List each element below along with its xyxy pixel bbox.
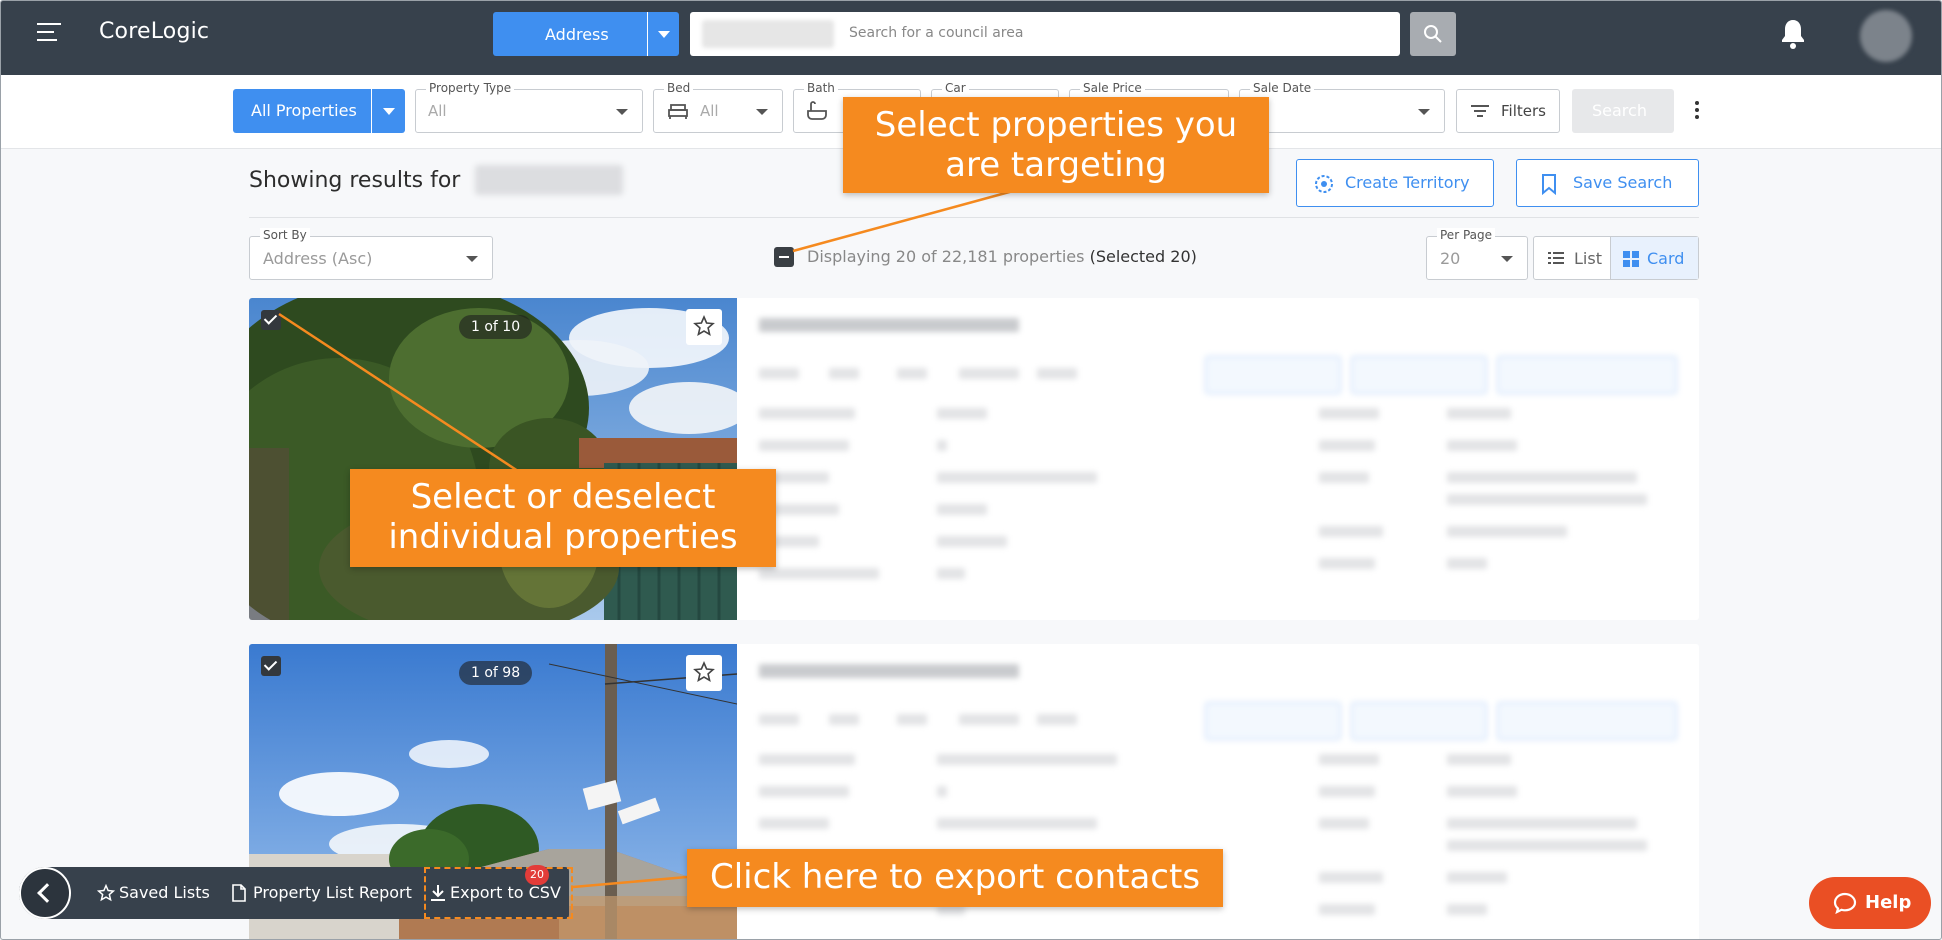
search-icon: [1424, 25, 1442, 43]
select-all-checkbox[interactable]: [774, 247, 794, 267]
property-card[interactable]: 1 of 10: [249, 298, 1699, 620]
bed-icon: [668, 104, 688, 119]
sale-price-label: Sale Price: [1080, 81, 1145, 95]
user-avatar[interactable]: [1860, 10, 1912, 62]
sort-by-label: Sort By: [260, 228, 310, 242]
callout-select-individual: Select or deselect individual properties: [350, 469, 776, 567]
card-view-label: Card: [1647, 249, 1685, 268]
sort-by-select[interactable]: Sort By Address (Asc): [249, 228, 493, 280]
search-input[interactable]: Search for a council area: [690, 12, 1400, 56]
property-type-value: All: [428, 102, 447, 120]
top-navigation-bar: CoreLogic Address Search for a council a…: [1, 1, 1941, 75]
bed-select[interactable]: Bed All: [653, 81, 783, 133]
callout-select-targeting: Select properties you are targeting: [843, 97, 1269, 193]
help-label: Help: [1865, 892, 1912, 913]
photo-counter: 1 of 98: [459, 661, 533, 685]
sort-by-value: Address (Asc): [263, 249, 373, 268]
property-details: [737, 298, 1699, 620]
star-icon: [693, 661, 715, 682]
filters-button[interactable]: Filters: [1456, 89, 1560, 133]
search-placeholder: Search for a council area: [849, 25, 1024, 41]
collapse-back-button[interactable]: [19, 867, 71, 919]
property-photo[interactable]: 1 of 10: [249, 298, 737, 620]
chevron-down-icon: [466, 256, 478, 262]
per-page-value: 20: [1440, 249, 1461, 268]
favourite-button[interactable]: [686, 309, 722, 345]
search-type-button[interactable]: Address: [493, 12, 647, 56]
per-page-label: Per Page: [1437, 228, 1495, 242]
star-icon: [97, 884, 115, 902]
sale-date-select[interactable]: Sale Date: [1239, 81, 1445, 133]
saved-lists-label: Saved Lists: [119, 883, 210, 902]
favourite-button[interactable]: [686, 655, 722, 691]
property-list-report-label: Property List Report: [253, 883, 412, 902]
list-icon: [1548, 252, 1564, 264]
list-view-button[interactable]: List: [1534, 237, 1610, 279]
search-submit-button[interactable]: [1410, 12, 1456, 56]
star-icon: [693, 315, 715, 336]
territory-icon: [1315, 175, 1333, 193]
search-button[interactable]: Search: [1572, 89, 1674, 133]
chat-bubble-icon: [1833, 892, 1857, 914]
search-type-dropdown[interactable]: [647, 12, 679, 56]
search-chip[interactable]: [702, 20, 834, 48]
bed-value: All: [700, 102, 719, 120]
all-properties-button[interactable]: All Properties: [233, 89, 371, 133]
callout-export-contacts: Click here to export contacts: [687, 849, 1223, 907]
notifications-bell-icon[interactable]: [1779, 18, 1807, 54]
filters-button-label: Filters: [1501, 102, 1546, 120]
bed-label: Bed: [664, 81, 694, 95]
bookmark-icon: [1542, 174, 1556, 195]
chevron-down-icon: [756, 109, 768, 115]
selected-count-text: (Selected 20): [1089, 247, 1197, 266]
create-territory-button[interactable]: Create Territory: [1296, 159, 1494, 207]
results-heading: Showing results for: [249, 168, 461, 193]
document-icon: [232, 884, 246, 902]
create-territory-label: Create Territory: [1345, 173, 1470, 192]
help-button[interactable]: Help: [1809, 877, 1931, 929]
results-count: Displaying 20 of 22,181 properties (Sele…: [807, 247, 1197, 266]
save-search-label: Save Search: [1573, 173, 1673, 192]
sale-date-label: Sale Date: [1250, 81, 1315, 95]
download-icon: [431, 885, 445, 901]
select-property-checkbox[interactable]: [261, 310, 281, 330]
property-type-label: Property Type: [426, 81, 515, 95]
divider: [249, 217, 1699, 218]
per-page-select[interactable]: Per Page 20: [1426, 228, 1528, 280]
grid-icon: [1623, 251, 1639, 267]
street-view-photo-1: [249, 298, 737, 620]
brand-logo[interactable]: CoreLogic: [99, 19, 209, 44]
photo-counter: 1 of 10: [459, 315, 533, 339]
all-properties-dropdown[interactable]: [371, 89, 405, 133]
menu-icon[interactable]: [37, 23, 61, 43]
bath-label: Bath: [804, 81, 838, 95]
select-property-checkbox[interactable]: [261, 656, 281, 676]
car-label: Car: [942, 81, 969, 95]
card-view-button[interactable]: Card: [1610, 237, 1698, 279]
chevron-down-icon: [616, 109, 628, 115]
chevron-down-icon: [1501, 256, 1513, 262]
results-area-name: [475, 165, 623, 195]
app-frame: CoreLogic Address Search for a council a…: [0, 0, 1942, 940]
view-toggle: List Card: [1533, 236, 1699, 280]
export-csv-label: Export to CSV: [450, 883, 561, 902]
more-options-icon[interactable]: [1695, 101, 1701, 121]
filter-icon: [1471, 105, 1489, 117]
save-search-button[interactable]: Save Search: [1516, 159, 1699, 207]
results-count-text: Displaying 20 of 22,181 properties: [807, 247, 1085, 266]
chevron-down-icon: [1418, 109, 1430, 115]
list-view-label: List: [1574, 249, 1602, 268]
bath-icon: [807, 101, 827, 120]
export-count-badge: 20: [525, 865, 549, 885]
bottom-action-bar: Saved Lists Property List Report Export …: [19, 867, 573, 919]
export-csv-button[interactable]: Export to CSV: [424, 867, 573, 919]
property-type-select[interactable]: Property Type All: [415, 81, 643, 133]
